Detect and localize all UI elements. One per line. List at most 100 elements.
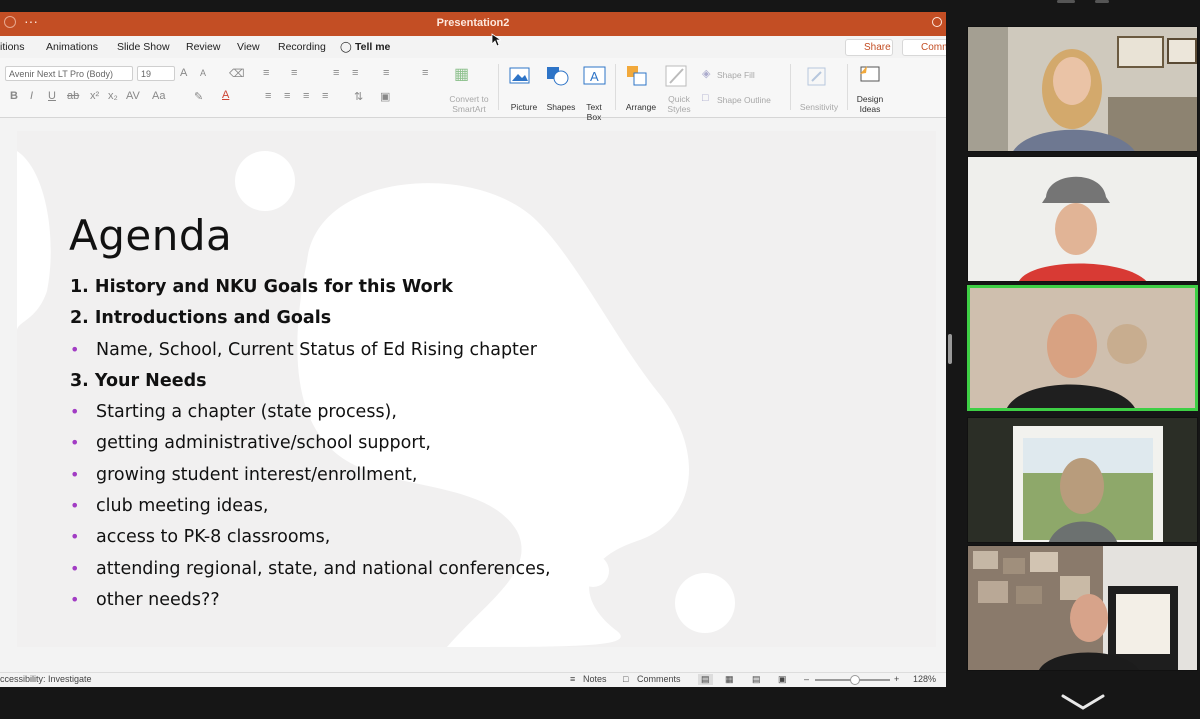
- separator: [498, 64, 499, 110]
- agenda-item: 2. Introductions and Goals: [70, 308, 332, 329]
- agenda-bullet: access to PK-8 classrooms,: [70, 527, 770, 558]
- arrange-icon[interactable]: [626, 65, 652, 89]
- agenda-item: 3. Your Needs: [70, 370, 207, 391]
- tab-slide-show[interactable]: Slide Show: [117, 41, 170, 53]
- participant-video-4[interactable]: [967, 417, 1198, 543]
- picture-icon[interactable]: [509, 67, 531, 85]
- increase-font-icon[interactable]: A: [180, 67, 187, 79]
- agenda-bullet: club meeting ideas,: [70, 496, 770, 527]
- decrease-indent-icon[interactable]: ≡: [333, 67, 339, 79]
- shapes-icon[interactable]: [546, 66, 570, 86]
- numbering-icon[interactable]: ≡: [291, 67, 297, 79]
- search-icon[interactable]: [932, 17, 942, 27]
- agenda-bullet: other needs??: [70, 590, 770, 621]
- agenda-list[interactable]: 1. History and NKU Goals for this Work 2…: [70, 277, 770, 621]
- slide-sorter-icon[interactable]: ▦: [725, 674, 734, 685]
- participant-video-1[interactable]: [967, 26, 1198, 152]
- shape-fill-icon[interactable]: ◈: [702, 67, 710, 80]
- accessibility-status[interactable]: ccessibility: Investigate: [0, 674, 92, 684]
- sensitivity-label[interactable]: Sensitivity: [797, 102, 841, 112]
- scroll-down-chevron-icon[interactable]: [1060, 692, 1106, 712]
- change-case-icon[interactable]: Aa: [152, 90, 165, 102]
- agenda-bullet: growing student interest/enrollment,: [70, 465, 770, 496]
- font-name-select[interactable]: Avenir Next LT Pro (Body): [5, 66, 133, 81]
- decrease-font-icon[interactable]: A: [200, 68, 206, 78]
- participant-video-3-active-speaker[interactable]: [967, 285, 1198, 411]
- shape-fill-label[interactable]: Shape Fill: [717, 70, 755, 80]
- separator: [615, 64, 616, 110]
- zoom-slider-thumb[interactable]: [850, 675, 860, 685]
- zoom-in-icon[interactable]: +: [894, 674, 899, 684]
- quick-styles-icon[interactable]: [665, 65, 689, 89]
- gallery-indicator: [1095, 0, 1109, 3]
- font-size-select[interactable]: 19: [137, 66, 175, 81]
- comments-button[interactable]: Comm: [902, 39, 952, 56]
- share-button[interactable]: Share: [845, 39, 893, 56]
- mouse-cursor-icon: [491, 33, 501, 47]
- ribbon-tabs: itions Animations Slide Show Review View…: [0, 36, 952, 58]
- slide[interactable]: Agenda 1. History and NKU Goals for this…: [17, 131, 936, 647]
- align-center-icon[interactable]: ≡: [284, 90, 290, 102]
- italic-icon[interactable]: I: [30, 90, 33, 102]
- design-ideas-label[interactable]: Design Ideas: [854, 94, 886, 114]
- shape-outline-label[interactable]: Shape Outline: [717, 95, 771, 105]
- title-bar: ··· Presentation2: [0, 12, 946, 36]
- justify-icon[interactable]: ≡: [322, 90, 328, 102]
- shapes-label[interactable]: Shapes: [544, 102, 578, 112]
- participant-video-5[interactable]: [967, 545, 1198, 671]
- tab-recording[interactable]: Recording: [278, 41, 326, 53]
- arrange-label[interactable]: Arrange: [622, 102, 660, 112]
- split-resize-handle[interactable]: [948, 334, 952, 364]
- normal-view-icon[interactable]: ▤: [698, 674, 713, 685]
- align-left-icon[interactable]: ≡: [265, 90, 271, 102]
- align-right-icon[interactable]: ≡: [303, 90, 309, 102]
- reading-view-icon[interactable]: ▤: [752, 674, 761, 685]
- strikethrough-icon[interactable]: ab: [67, 90, 79, 102]
- agenda-item: 1. History and NKU Goals for this Work: [70, 277, 453, 297]
- agenda-bullet: getting administrative/school support,: [70, 433, 770, 464]
- slide-title[interactable]: Agenda: [69, 211, 232, 260]
- status-bar: ccessibility: Investigate ≡ Notes □ Comm…: [0, 672, 946, 687]
- bullets-icon[interactable]: ≡: [263, 67, 269, 79]
- gallery-indicator: [1057, 0, 1075, 3]
- tab-animations[interactable]: Animations: [46, 41, 98, 53]
- zoom-out-icon[interactable]: –: [804, 674, 809, 684]
- smartart-icon[interactable]: ▦: [454, 64, 469, 84]
- tab-transitions[interactable]: itions: [0, 41, 25, 53]
- tab-review[interactable]: Review: [186, 41, 220, 53]
- separator: [847, 64, 848, 110]
- zoom-level[interactable]: 128%: [913, 674, 936, 684]
- character-spacing-icon[interactable]: AV: [126, 90, 140, 102]
- clear-format-icon[interactable]: ⌫: [229, 67, 245, 80]
- columns-icon[interactable]: ≡: [422, 67, 428, 79]
- subscript-icon[interactable]: x₂: [108, 90, 118, 102]
- lightbulb-icon: ◯: [340, 41, 352, 53]
- notes-button[interactable]: Notes: [583, 674, 607, 684]
- increase-indent-icon[interactable]: ≡: [352, 67, 358, 79]
- notes-icon[interactable]: ≡: [570, 674, 575, 684]
- home-ribbon: Avenir Next LT Pro (Body) 19 A A ⌫ B I U…: [0, 58, 946, 122]
- underline-icon[interactable]: U: [48, 90, 56, 102]
- sensitivity-icon[interactable]: [806, 66, 828, 88]
- window-title: Presentation2: [436, 17, 510, 29]
- font-color-icon[interactable]: A: [222, 89, 229, 101]
- text-direction-icon[interactable]: ⇅: [354, 90, 363, 103]
- line-spacing-icon[interactable]: ≡: [383, 67, 389, 79]
- convert-smartart-label[interactable]: Convert to SmartArt: [446, 94, 492, 114]
- picture-label[interactable]: Picture: [506, 102, 542, 112]
- quick-styles-label[interactable]: Quick Styles: [662, 94, 696, 114]
- tab-view[interactable]: View: [237, 41, 260, 53]
- design-ideas-icon[interactable]: [858, 64, 882, 88]
- slideshow-icon[interactable]: ▣: [778, 674, 787, 685]
- shape-outline-icon[interactable]: □: [702, 92, 709, 104]
- text-box-icon[interactable]: A: [583, 66, 607, 86]
- highlight-icon[interactable]: ✎: [194, 90, 203, 103]
- tab-tell-me[interactable]: Tell me: [355, 41, 390, 53]
- comments-icon[interactable]: □: [623, 674, 628, 684]
- text-box-label[interactable]: Text Box: [582, 102, 606, 122]
- superscript-icon[interactable]: x²: [90, 90, 99, 102]
- participant-video-2[interactable]: [967, 156, 1198, 282]
- bold-icon[interactable]: B: [10, 90, 18, 102]
- align-text-icon[interactable]: ▣: [380, 90, 390, 103]
- comments-status-button[interactable]: Comments: [637, 674, 681, 684]
